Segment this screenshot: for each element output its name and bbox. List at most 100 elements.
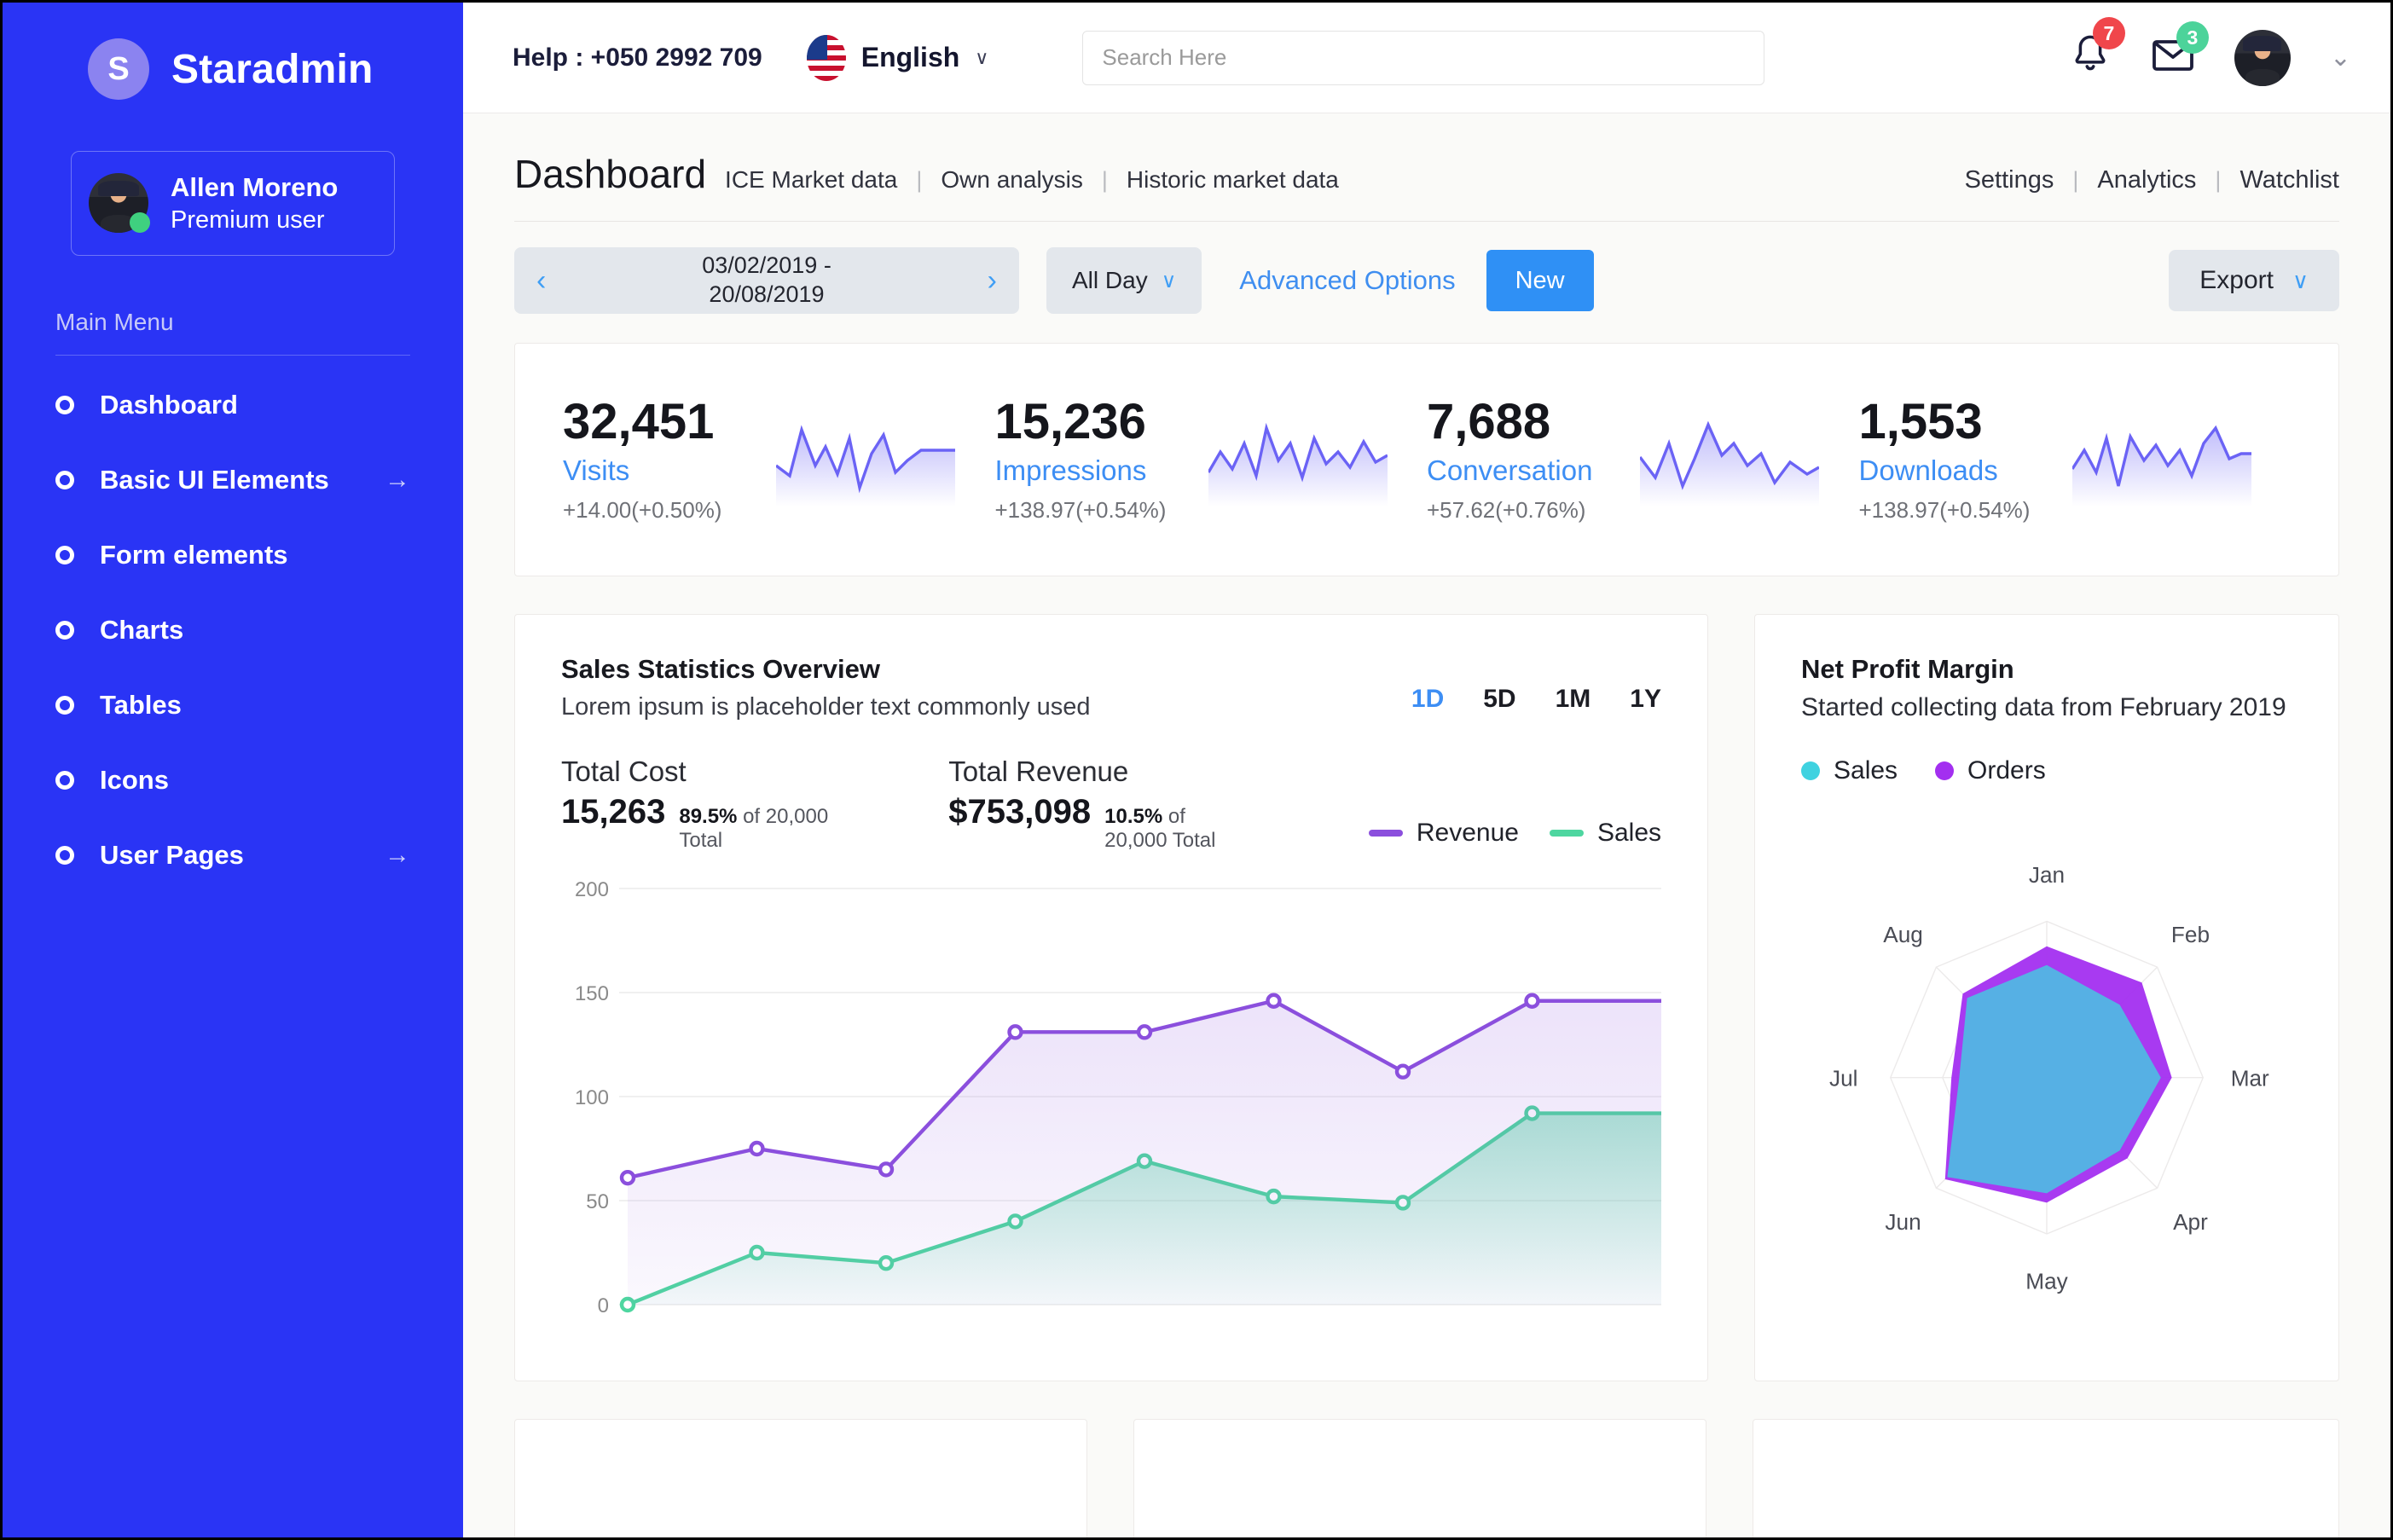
range-5d[interactable]: 5D (1483, 685, 1515, 714)
link-separator: | (2072, 167, 2078, 194)
export-button[interactable]: Export ∨ (2169, 250, 2339, 311)
legend-item-revenue: Revenue (1369, 819, 1519, 848)
svg-text:Apr: Apr (2173, 1209, 2208, 1235)
total-revenue-card: Total Revenue +1.37% (514, 1419, 1087, 1537)
breadcrumb: ICE Market data | Own analysis | Histori… (725, 166, 1339, 194)
svg-text:Feb: Feb (2171, 922, 2210, 947)
sidebar-item-charts[interactable]: Charts (3, 593, 463, 668)
stat-value: 7,688 (1427, 396, 1623, 449)
range-1y[interactable]: 1Y (1630, 685, 1661, 714)
sales-card-title: Sales Statistics Overview (561, 654, 1091, 685)
avatar (89, 173, 148, 233)
date-range-value: 03/02/2019 - 20/08/2019 (702, 252, 831, 310)
total-revenue-block: Total Revenue $753,098 10.5% of 20,000 T… (948, 756, 1253, 853)
circle-bullet-icon (55, 771, 74, 790)
sidebar-item-label: Form elements (100, 540, 410, 570)
circle-bullet-icon (55, 471, 74, 489)
advanced-options-link[interactable]: Advanced Options (1239, 265, 1455, 296)
stat-label: Visits (563, 454, 759, 487)
messages-badge: 3 (2176, 21, 2209, 54)
new-button[interactable]: New (1486, 250, 1594, 311)
legend-label: Sales (1834, 756, 1898, 785)
sidebar-item-form-elements[interactable]: Form elements (3, 518, 463, 593)
svg-text:Mar: Mar (2231, 1065, 2269, 1091)
all-day-dropdown[interactable]: All Day ∨ (1046, 247, 1202, 314)
topbar-actions: 7 3 ⌄ (2069, 30, 2351, 86)
circle-bullet-icon (55, 846, 74, 865)
search-input[interactable] (1082, 31, 1764, 85)
circle-bullet-icon (55, 396, 74, 414)
arrow-right-icon: → (385, 466, 410, 495)
link-settings[interactable]: Settings (1965, 166, 2054, 194)
link-analytics[interactable]: Analytics (2097, 166, 2196, 194)
user-avatar[interactable] (2234, 30, 2291, 86)
link-separator: | (2215, 167, 2221, 194)
stat-downloads: 1,553 Downloads +138.97(+0.54%) (1859, 396, 2292, 524)
total-revenue-value: $753,098 (948, 793, 1091, 831)
range-1m[interactable]: 1M (1556, 685, 1591, 714)
charts-row: Sales Statistics Overview Lorem ipsum is… (514, 614, 2339, 1381)
filter-toolbar: ‹ 03/02/2019 - 20/08/2019 › All Day ∨ Ad… (502, 222, 2351, 314)
sidebar-item-label: Charts (100, 615, 410, 646)
sparkline-chart (1640, 413, 1819, 507)
legend-item-sales: Sales (1550, 819, 1661, 848)
sales-area-chart: 050100150200 (561, 875, 1661, 1352)
sparkline-chart (2072, 413, 2251, 507)
net-profit-margin-card: Net Profit Margin Started collecting dat… (1754, 614, 2339, 1381)
stat-impressions: 15,236 Impressions +138.97(+0.54%) (995, 396, 1428, 524)
net-profit-title: Net Profit Margin (1801, 654, 2292, 685)
breadcrumb-item-ice-market-data[interactable]: ICE Market data (725, 166, 897, 194)
messages-button[interactable]: 3 (2151, 37, 2195, 78)
stat-delta: +57.62(+0.76%) (1427, 497, 1623, 524)
chevron-down-icon[interactable]: ⌄ (2330, 43, 2351, 72)
dashboard-app: S Staradmin Allen Moreno Premium user Ma… (0, 0, 2393, 1540)
breadcrumb-item-own-analysis[interactable]: Own analysis (941, 166, 1083, 194)
brand-logo[interactable]: S Staradmin (3, 3, 463, 100)
date-range-line2: 20/08/2019 (709, 281, 824, 307)
online-status-dot-icon (130, 212, 150, 233)
stat-delta: +138.97(+0.54%) (995, 497, 1191, 524)
sidebar: S Staradmin Allen Moreno Premium user Ma… (3, 3, 463, 1537)
sidebar-item-dashboard[interactable]: Dashboard (3, 368, 463, 443)
link-watchlist[interactable]: Watchlist (2239, 166, 2339, 194)
language-selector[interactable]: English ∨ (807, 35, 989, 81)
sidebar-profile-card[interactable]: Allen Moreno Premium user (71, 151, 395, 256)
chevron-down-icon: ∨ (2292, 268, 2309, 294)
total-revenue-pct: 10.5% (1104, 805, 1162, 828)
sidebar-item-basic-ui-elements[interactable]: Basic UI Elements → (3, 443, 463, 518)
transaction-card: Transaction -2.87% (1133, 1419, 1706, 1537)
svg-text:0: 0 (598, 1294, 609, 1317)
radar-chart-svg: JanFebMarAprMayJunJulAug (1801, 794, 2292, 1346)
chevron-right-icon[interactable]: › (988, 264, 997, 298)
legend-dot-icon (1801, 761, 1820, 780)
range-1d[interactable]: 1D (1411, 685, 1444, 714)
legend-label: Orders (1967, 756, 2046, 785)
sidebar-item-icons[interactable]: Icons (3, 743, 463, 818)
stat-delta: +138.97(+0.54%) (1859, 497, 2055, 524)
legend-item-orders: Orders (1935, 756, 2046, 785)
notifications-button[interactable]: 7 (2069, 32, 2112, 83)
chevron-left-icon[interactable]: ‹ (536, 264, 546, 298)
all-day-label: All Day (1072, 267, 1148, 294)
total-cost-value: 15,263 (561, 793, 665, 831)
stat-value: 1,553 (1859, 396, 2055, 449)
chevron-down-icon: ∨ (975, 47, 988, 69)
radar-chart: JanFebMarAprMayJunJulAug (1801, 794, 2292, 1346)
sidebar-item-label: Basic UI Elements (100, 465, 385, 495)
chevron-down-icon: ∨ (1162, 269, 1177, 293)
bottom-cards-row: Total Revenue +1.37% Transaction -2.87% … (514, 1419, 2339, 1537)
breadcrumb-item-historic-market-data[interactable]: Historic market data (1127, 166, 1339, 194)
radar-legend: Sales Orders (1801, 756, 2292, 785)
page-title: Dashboard (514, 151, 706, 197)
svg-text:150: 150 (575, 982, 609, 1005)
main-area: Help : +050 2992 709 English ∨ 7 (463, 3, 2390, 1537)
stats-summary-card: 32,451 Visits +14.00(+0.50%) 15,23 (514, 343, 2339, 576)
language-label: English (861, 42, 960, 73)
stat-value: 32,451 (563, 396, 759, 449)
sidebar-item-label: Tables (100, 690, 410, 721)
date-range-picker[interactable]: ‹ 03/02/2019 - 20/08/2019 › (514, 247, 1019, 314)
export-label: Export (2199, 266, 2274, 295)
circle-bullet-icon (55, 696, 74, 715)
sidebar-item-tables[interactable]: Tables (3, 668, 463, 743)
sidebar-item-user-pages[interactable]: User Pages → (3, 818, 463, 893)
